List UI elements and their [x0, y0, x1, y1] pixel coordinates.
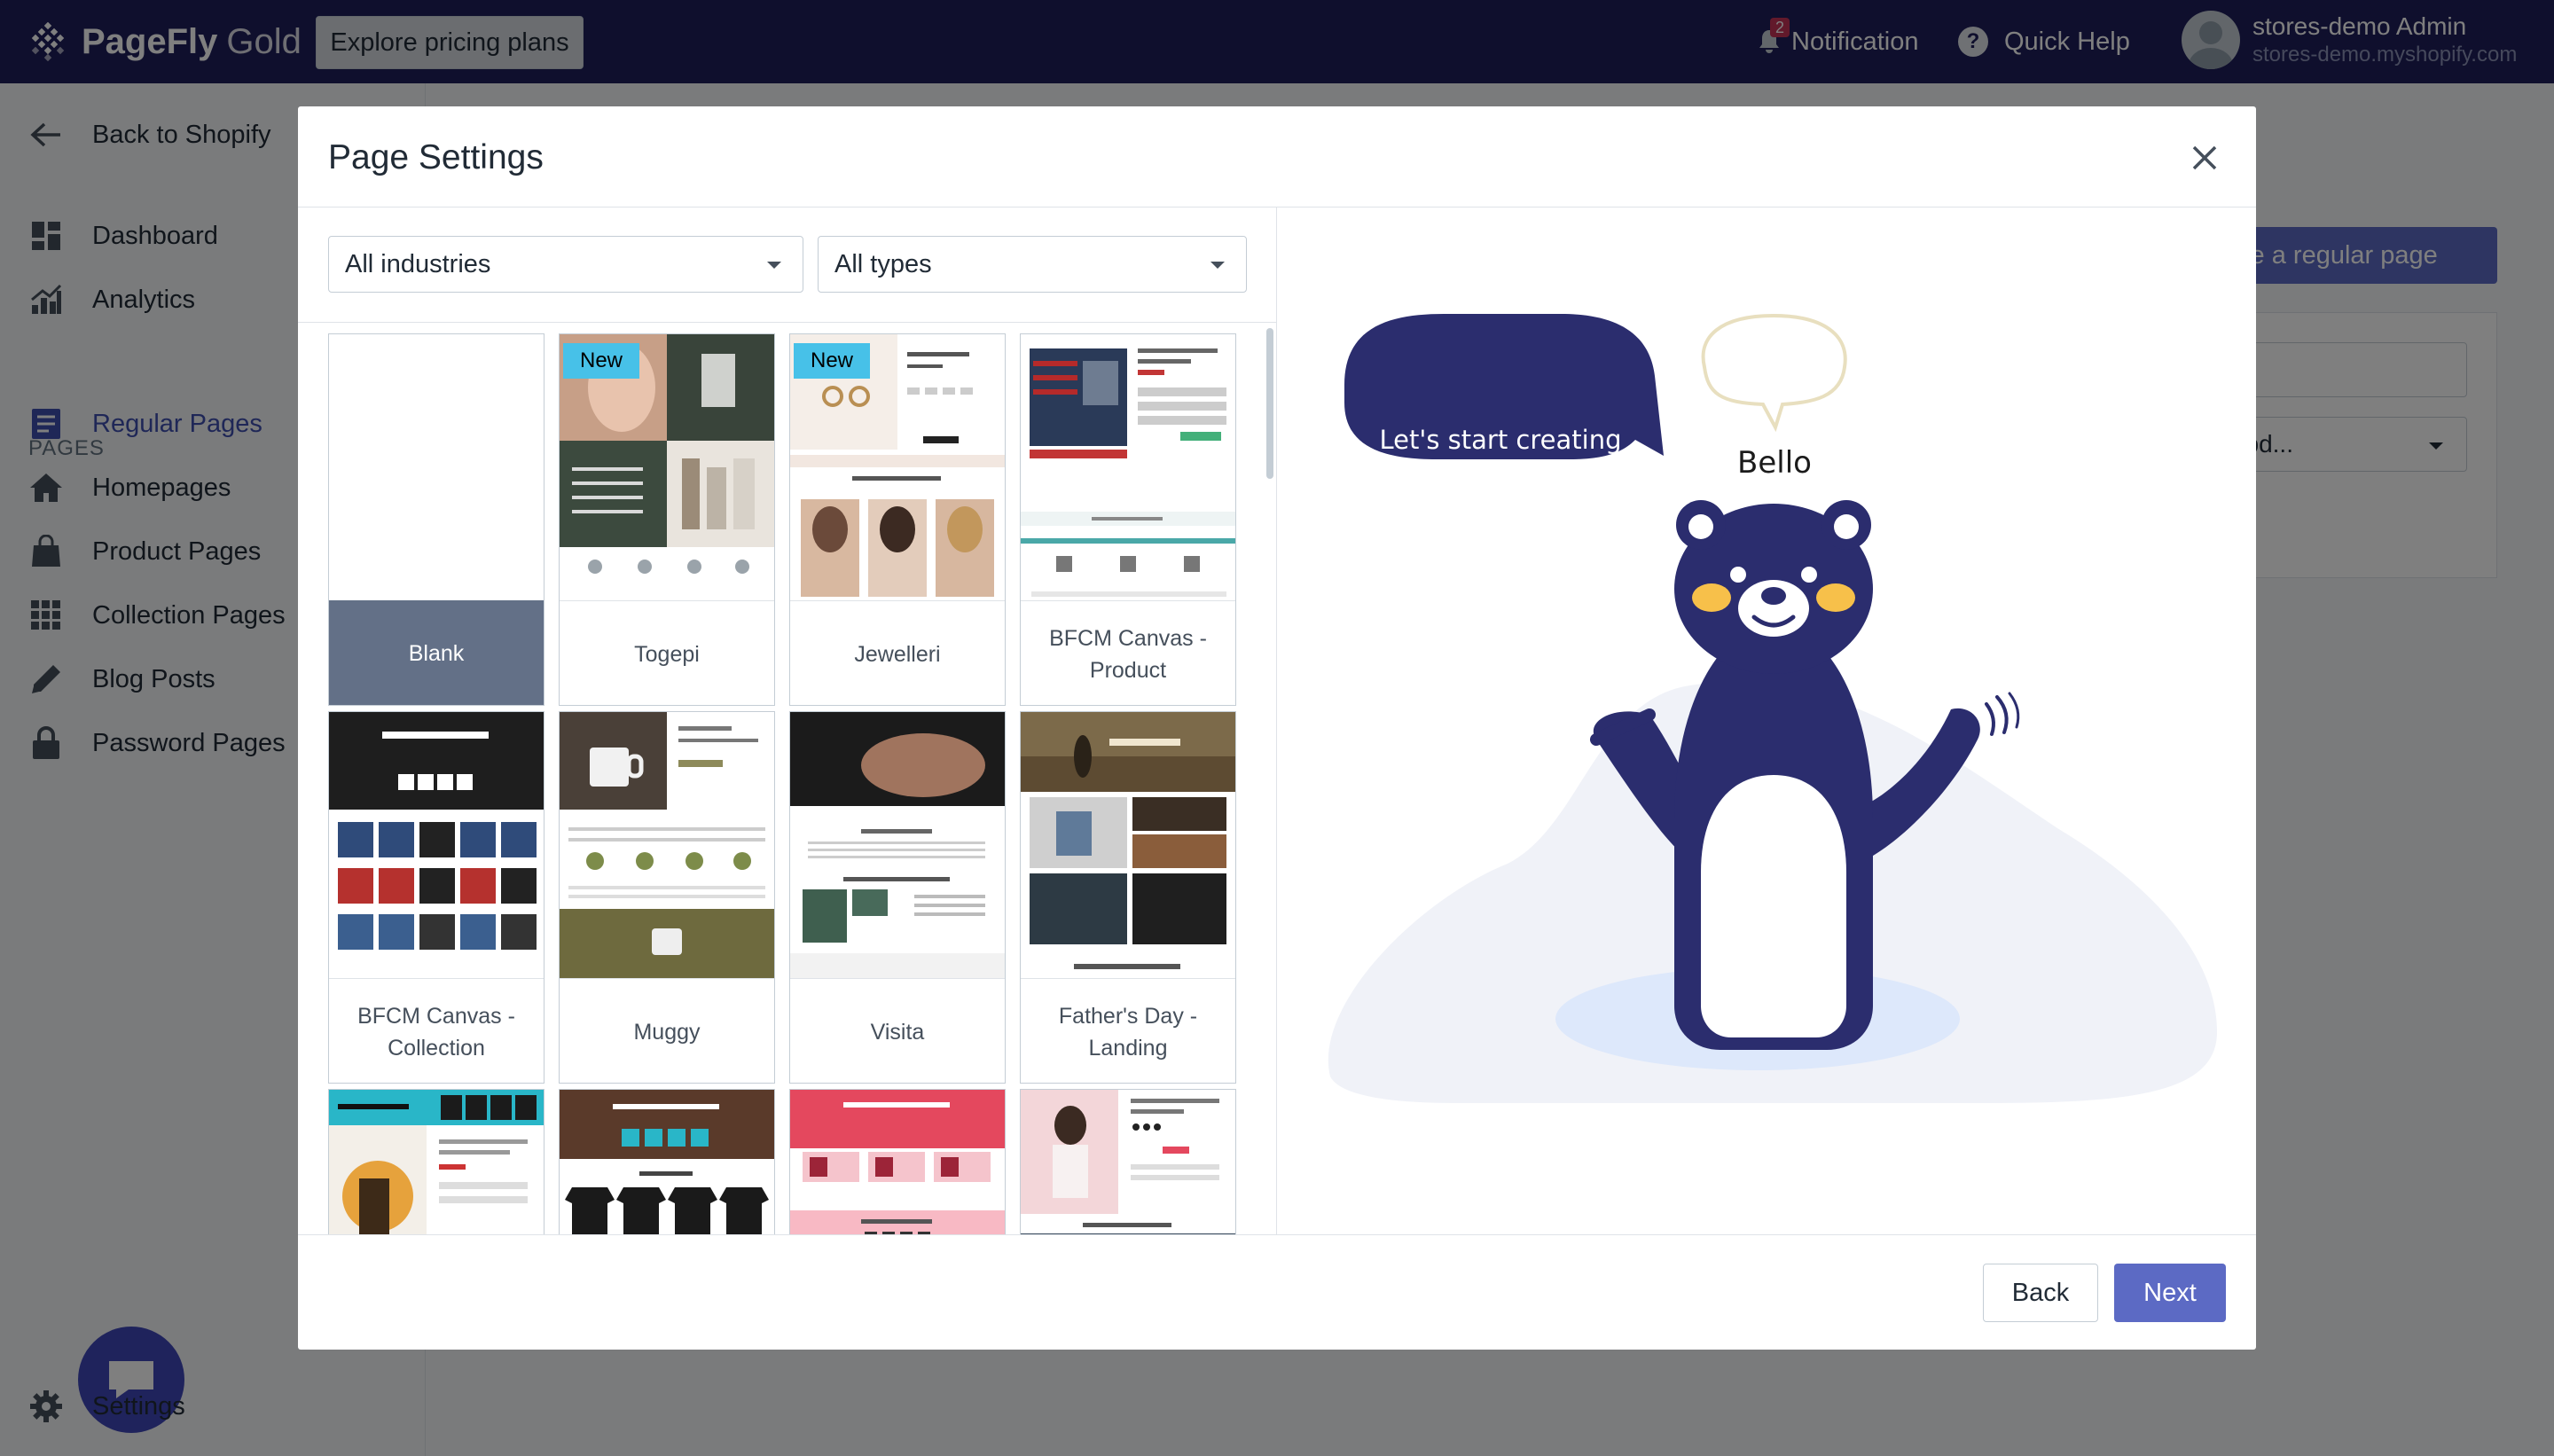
- template-card-muggy[interactable]: Muggy: [559, 711, 775, 1084]
- template-preview-pane: Let's start creating new page by choosin…: [1277, 207, 2256, 1234]
- template-thumbnail: [329, 334, 544, 600]
- template-label: BFCM Canvas - Product: [1021, 600, 1235, 705]
- new-badge: New: [794, 343, 870, 379]
- template-label: Togepi: [560, 600, 774, 705]
- speech-line: Let's start creating: [1379, 425, 1622, 455]
- chevron-down-icon: [1210, 262, 1225, 269]
- template-label: Muggy: [560, 978, 774, 1083]
- speech-line: a template over there: [1359, 490, 1641, 521]
- template-card-fathers-day-countdown[interactable]: [328, 1089, 544, 1234]
- template-list-pane: All industries All types Blank New Togep…: [298, 207, 1277, 1234]
- modal-title: Page Settings: [328, 138, 544, 176]
- template-card-valentine-sales[interactable]: [789, 1089, 1006, 1234]
- speech-bubble-text: Let's start creating new page by choosin…: [1351, 424, 1649, 522]
- template-card-bfcm-canvas-product[interactable]: BFCM Canvas - Product: [1020, 333, 1236, 706]
- template-label: Father's Day - Landing: [1021, 978, 1235, 1083]
- bello-bubble-text: Bello: [1737, 445, 1812, 481]
- template-card-jewelleri[interactable]: New Jewelleri: [789, 333, 1006, 706]
- template-thumbnail: [1021, 1090, 1235, 1234]
- type-filter-select[interactable]: All types: [818, 236, 1247, 293]
- template-filter-bar: All industries All types: [298, 207, 1276, 323]
- template-list-scrollbar[interactable]: [1266, 328, 1273, 479]
- new-badge: New: [563, 343, 639, 379]
- template-card-fathers-day-tshirts[interactable]: [559, 1089, 775, 1234]
- bear-mascot-illustration: [1328, 313, 2217, 1103]
- type-filter-value: All types: [834, 250, 932, 278]
- speech-line: new page by choosing: [1356, 458, 1645, 488]
- template-card-fashion[interactable]: [1020, 1089, 1236, 1234]
- modal-footer: Back Next: [298, 1234, 2256, 1350]
- template-label: Jewelleri: [790, 600, 1005, 705]
- template-label: Visita: [790, 978, 1005, 1083]
- template-card-visita[interactable]: Visita: [789, 711, 1006, 1084]
- close-icon[interactable]: [2187, 140, 2222, 176]
- industry-filter-select[interactable]: All industries: [328, 236, 803, 293]
- template-thumbnail: [329, 712, 544, 978]
- back-button[interactable]: Back: [1983, 1264, 2098, 1322]
- chevron-down-icon: [767, 262, 781, 269]
- template-thumbnail: [1021, 712, 1235, 978]
- template-card-blank[interactable]: Blank: [328, 333, 544, 706]
- industry-filter-value: All industries: [345, 250, 491, 278]
- template-label: BFCM Canvas - Collection: [329, 978, 544, 1083]
- template-card-fathers-day-landing[interactable]: Father's Day - Landing: [1020, 711, 1236, 1084]
- template-thumbnail: [329, 1090, 544, 1234]
- template-card-bfcm-canvas-collection[interactable]: BFCM Canvas - Collection: [328, 711, 544, 1084]
- template-label: Blank: [329, 600, 544, 705]
- template-thumbnail: [1021, 334, 1235, 600]
- modal-header: Page Settings: [298, 106, 2256, 207]
- template-thumbnail: [560, 1090, 774, 1234]
- template-card-togepi[interactable]: New Togepi: [559, 333, 775, 706]
- template-thumbnail: [790, 1090, 1005, 1234]
- page-settings-modal: Page Settings All industries All types B…: [298, 106, 2256, 1350]
- template-thumbnail: [560, 712, 774, 978]
- template-thumbnail: [790, 712, 1005, 978]
- next-button[interactable]: Next: [2114, 1264, 2226, 1322]
